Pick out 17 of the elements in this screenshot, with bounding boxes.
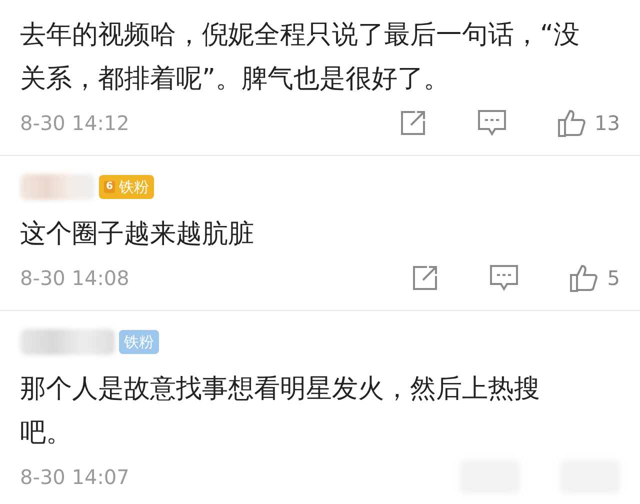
like-count: 13 — [594, 110, 620, 137]
share-icon[interactable] — [411, 264, 440, 292]
comment-icon[interactable] — [489, 264, 520, 292]
thumbs-up-icon[interactable] — [556, 108, 587, 138]
comment-time: 8-30 14:08 — [20, 265, 130, 292]
fan-badge: 6 铁粉 — [99, 175, 154, 199]
level-number: 6 — [104, 181, 115, 193]
like-count: 5 — [607, 265, 620, 292]
thumbs-up-icon[interactable] — [569, 263, 600, 293]
share-icon[interactable] — [398, 109, 427, 137]
fan-badge: 铁粉 — [119, 330, 159, 354]
comment-text: 这个圈子越来越肮脏 — [20, 218, 255, 251]
comment-time: 8-30 14:12 — [20, 110, 130, 137]
comment-text: 那个人是故意找事想看明星发火，然后上热搜吧。 — [20, 373, 541, 450]
comment-icon[interactable] — [476, 109, 507, 137]
comment-text: 去年的视频哈，倪妮全程只说了最后一句话，“没关系，都排着呢”。脾气也是很好了。 — [20, 19, 580, 96]
comment-time: 8-30 14:07 — [20, 464, 130, 491]
